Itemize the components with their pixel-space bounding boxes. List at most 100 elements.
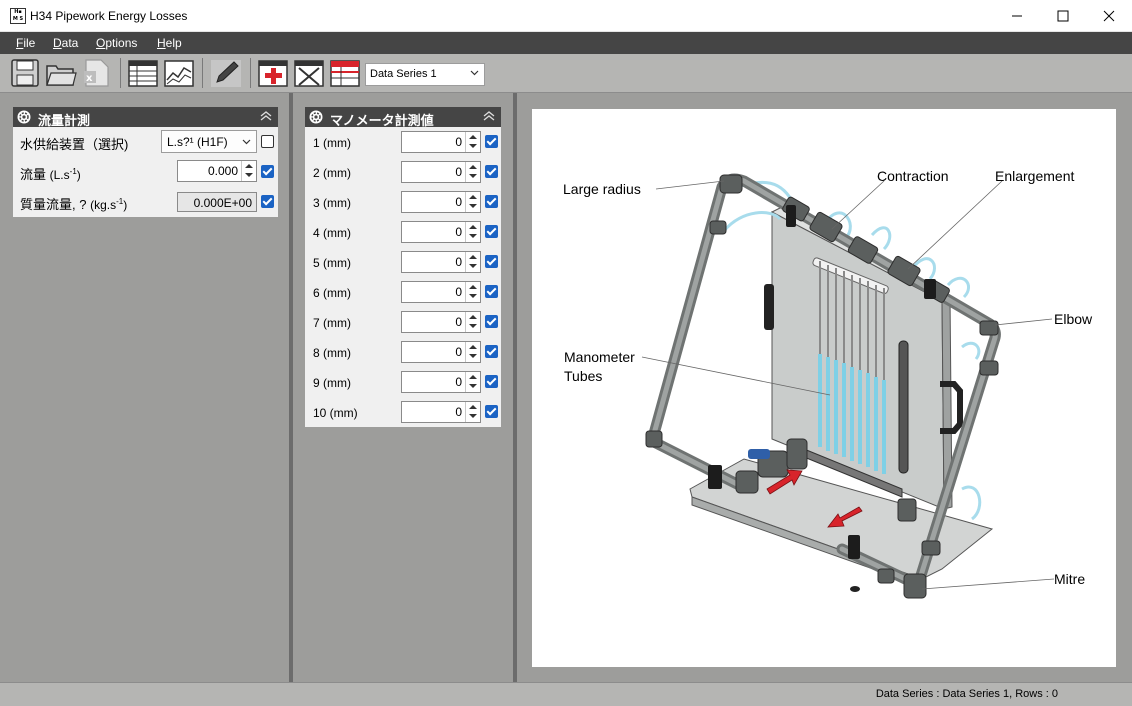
toolbar-separator xyxy=(202,58,203,88)
chart-view-button[interactable] xyxy=(163,58,194,88)
manometer-checkbox[interactable] xyxy=(485,315,498,328)
manometer-value: 0 xyxy=(455,225,462,239)
status-bar: Data Series : Data Series 1, Rows : 0 xyxy=(0,682,1132,706)
menu-data[interactable]: Data xyxy=(53,36,78,50)
spin-buttons[interactable] xyxy=(465,312,480,332)
spin-buttons[interactable] xyxy=(465,372,480,392)
supply-label: 水供給装置（選択) xyxy=(20,137,129,152)
menu-options[interactable]: Options xyxy=(96,36,137,50)
manometer-input[interactable]: 0 xyxy=(401,281,481,303)
mass-flow-label: 質量流量, ? (kg.s-1) xyxy=(20,197,128,212)
manometer-checkbox[interactable] xyxy=(485,165,498,178)
manometer-value: 0 xyxy=(455,345,462,359)
maximize-icon xyxy=(1057,10,1069,21)
flow-input[interactable]: 0.000 xyxy=(177,160,257,182)
manometer-checkbox[interactable] xyxy=(485,135,498,148)
supply-select-value: L.s?¹ (H1F) xyxy=(167,135,228,149)
manometer-checkbox[interactable] xyxy=(485,255,498,268)
manometer-row-label: 5 (mm) xyxy=(313,256,351,270)
panel-splitter[interactable] xyxy=(513,93,517,682)
menu-bar: File Data Options Help xyxy=(0,32,1132,54)
spin-buttons[interactable] xyxy=(241,161,256,181)
minimize-button[interactable] xyxy=(994,0,1040,31)
manometer-input[interactable]: 0 xyxy=(401,161,481,183)
mass-flow-checkbox[interactable] xyxy=(261,195,274,208)
window-title: H34 Pipework Energy Losses xyxy=(30,9,188,23)
close-button[interactable] xyxy=(1086,0,1132,31)
maximize-button[interactable] xyxy=(1040,0,1086,31)
manometer-checkbox[interactable] xyxy=(485,375,498,388)
manometer-input[interactable]: 0 xyxy=(401,401,481,423)
spin-buttons[interactable] xyxy=(465,222,480,242)
manometer-checkbox[interactable] xyxy=(485,405,498,418)
spin-buttons[interactable] xyxy=(465,402,480,422)
label-large-radius: Large radius xyxy=(563,181,641,197)
manometer-row-label: 7 (mm) xyxy=(313,316,351,330)
delete-row-button[interactable] xyxy=(293,58,324,88)
manometer-input[interactable]: 0 xyxy=(401,221,481,243)
label-elbow: Elbow xyxy=(1054,311,1093,327)
manometer-input[interactable]: 0 xyxy=(401,371,481,393)
title-bar: H▪ M S H34 Pipework Energy Losses xyxy=(0,0,1132,32)
label-enlargement: Enlargement xyxy=(995,168,1075,184)
manometer-row-label: 9 (mm) xyxy=(313,376,351,390)
data-series-select[interactable]: Data Series 1 xyxy=(365,63,485,86)
manometer-value: 0 xyxy=(455,315,462,329)
manometer-checkbox[interactable] xyxy=(485,285,498,298)
add-row-button[interactable] xyxy=(257,58,288,88)
manometer-row-label: 1 (mm) xyxy=(313,136,351,150)
label-mitre: Mitre xyxy=(1054,571,1086,587)
panel-title: マノメータ計測値 xyxy=(330,113,434,128)
export-excel-button[interactable]: x xyxy=(81,58,111,88)
spin-buttons[interactable] xyxy=(465,132,480,152)
collapse-chevron-icon[interactable] xyxy=(483,110,495,122)
manometer-checkbox[interactable] xyxy=(485,345,498,358)
manometer-checkbox[interactable] xyxy=(485,225,498,238)
panel-header: マノメータ計測値 xyxy=(305,107,501,128)
panel-splitter[interactable] xyxy=(289,93,293,682)
flow-value: 0.000 xyxy=(207,164,238,178)
table-view-icon xyxy=(128,60,158,87)
flow-measurement-panel: 流量計測 水供給装置（選択) L.s?¹ (H1F) 流量 (L.s-1) 0.… xyxy=(13,107,278,217)
collapse-chevron-icon[interactable] xyxy=(260,110,272,122)
open-button[interactable] xyxy=(45,58,77,88)
spin-buttons[interactable] xyxy=(465,342,480,362)
mass-flow-value: 0.000E+00 xyxy=(193,196,252,210)
edit-button[interactable] xyxy=(210,58,241,88)
flow-label: 流量 (L.s-1) xyxy=(20,167,81,182)
spin-buttons[interactable] xyxy=(465,282,480,302)
manometer-row-label: 8 (mm) xyxy=(313,346,351,360)
manometer-input[interactable]: 0 xyxy=(401,191,481,213)
manometer-input[interactable]: 0 xyxy=(401,251,481,273)
gear-icon xyxy=(17,110,31,124)
apparatus-diagram: Large radius Contraction Enlargement Elb… xyxy=(532,109,1116,667)
manometer-value: 0 xyxy=(455,165,462,179)
save-button[interactable] xyxy=(10,58,40,88)
label-manometer: Manometer xyxy=(564,349,635,365)
spin-buttons[interactable] xyxy=(465,252,480,272)
menu-help[interactable]: Help xyxy=(157,36,182,50)
manometer-input[interactable]: 0 xyxy=(401,131,481,153)
table-view-button[interactable] xyxy=(127,58,158,88)
minimize-icon xyxy=(1012,15,1022,16)
manometer-row-label: 10 (mm) xyxy=(313,406,358,420)
menu-file[interactable]: File xyxy=(16,36,35,50)
supply-select[interactable]: L.s?¹ (H1F) xyxy=(161,130,257,153)
manometer-checkbox[interactable] xyxy=(485,195,498,208)
spin-buttons[interactable] xyxy=(465,192,480,212)
spin-buttons[interactable] xyxy=(465,162,480,182)
add-row-icon xyxy=(258,60,288,87)
series-table-icon xyxy=(330,60,360,87)
excel-export-icon: x xyxy=(84,59,109,87)
manometer-row-label: 2 (mm) xyxy=(313,166,351,180)
manometer-input[interactable]: 0 xyxy=(401,311,481,333)
chevron-down-icon xyxy=(470,68,479,80)
toolbar-separator xyxy=(250,58,251,88)
manometer-value: 0 xyxy=(455,135,462,149)
flow-checkbox[interactable] xyxy=(261,165,274,178)
series-table-button[interactable] xyxy=(329,58,360,88)
toolbar-separator xyxy=(120,58,121,88)
supply-checkbox[interactable] xyxy=(261,135,274,148)
data-series-value: Data Series 1 xyxy=(370,68,437,80)
manometer-input[interactable]: 0 xyxy=(401,341,481,363)
